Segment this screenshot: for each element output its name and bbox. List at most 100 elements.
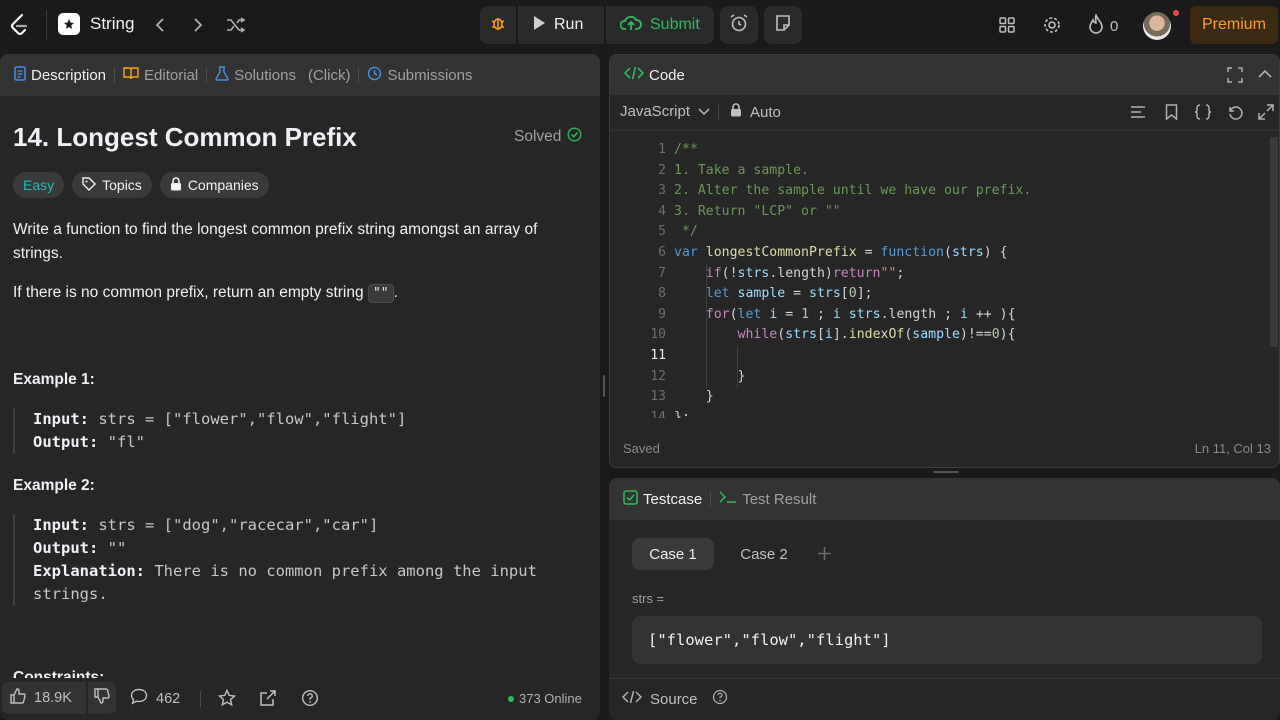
horizontal-splitter[interactable] bbox=[933, 471, 959, 473]
indent-guide bbox=[706, 264, 707, 388]
code-text: } bbox=[674, 368, 746, 384]
testcase-tab-bar: Testcase Test Result bbox=[609, 478, 1280, 520]
book-icon bbox=[123, 66, 139, 84]
curly-braces-icon[interactable] bbox=[1194, 104, 1212, 120]
timer-button[interactable] bbox=[720, 6, 758, 44]
star-icon[interactable] bbox=[218, 689, 236, 707]
code-text: 2. Alter the sample until we have our pr… bbox=[674, 183, 1032, 199]
bug-icon bbox=[489, 14, 507, 37]
alarm-clock-icon bbox=[729, 13, 749, 38]
auto-mode[interactable]: Auto bbox=[730, 103, 781, 121]
tab-solutions[interactable]: Solutions bbox=[209, 54, 302, 96]
description-2-prefix: If there is no common prefix, return an … bbox=[13, 284, 364, 301]
topics-button[interactable]: Topics bbox=[72, 172, 152, 198]
code-lines: 1 /** 2 1. Take a sample. 3 2. Alter the samp… bbox=[610, 140, 1268, 418]
help-icon[interactable] bbox=[301, 689, 319, 707]
tab-code[interactable]: Code bbox=[618, 55, 691, 95]
tab-test-result[interactable]: Test Result bbox=[713, 478, 822, 520]
help-icon[interactable] bbox=[712, 689, 728, 710]
code-line[interactable]: 14}; bbox=[610, 408, 1268, 418]
layout-grid-icon[interactable] bbox=[997, 15, 1017, 35]
premium-label: Premium bbox=[1201, 16, 1266, 33]
code-text: for(let i = 1 ; i strs.length ; i ++ ){ bbox=[705, 306, 1016, 322]
online-dot bbox=[508, 695, 514, 702]
cursor-position: Ln 11, Col 13 bbox=[1194, 441, 1271, 456]
avatar[interactable] bbox=[1143, 12, 1171, 40]
comment-count: 462 bbox=[156, 691, 181, 707]
debug-button[interactable] bbox=[480, 6, 516, 44]
prev-problem-icon[interactable] bbox=[150, 15, 170, 35]
shuffle-icon[interactable] bbox=[225, 15, 247, 35]
code-line[interactable]: 13 } bbox=[610, 387, 1268, 408]
collapse-icon[interactable] bbox=[1258, 69, 1272, 79]
notes-button[interactable] bbox=[764, 6, 802, 44]
code-editor[interactable]: 1 /** 2 1. Take a sample. 3 2. Alter the samp… bbox=[610, 140, 1268, 418]
history-icon bbox=[367, 66, 382, 85]
code-line[interactable]: 4 3. Return "LCP" or "" bbox=[610, 202, 1268, 223]
line-number: 12 bbox=[650, 368, 666, 384]
example-2-input: strs = ["dog","racecar","car"] bbox=[98, 516, 379, 534]
code-line[interactable]: 5 */ bbox=[610, 222, 1268, 243]
testcase-panel: Testcase Test Result Case 1 Case 2 strs … bbox=[609, 478, 1280, 720]
submit-button[interactable]: Submit bbox=[606, 6, 714, 44]
source-label[interactable]: Source bbox=[650, 691, 698, 708]
editor-scrollbar[interactable] bbox=[1270, 137, 1278, 347]
testcase-label: Testcase bbox=[643, 490, 703, 508]
test-result-label: Test Result bbox=[742, 490, 817, 508]
expand-icon[interactable] bbox=[1258, 104, 1274, 120]
code-text: 3. Return "LCP" or "" bbox=[674, 203, 841, 219]
problem-list-button[interactable]: String bbox=[58, 13, 134, 35]
code-text: */ bbox=[674, 224, 698, 240]
description-text-2: If there is no common prefix, return an … bbox=[13, 284, 398, 303]
code-line[interactable]: 12 } bbox=[610, 367, 1268, 388]
companies-button[interactable]: Companies bbox=[159, 172, 269, 198]
reset-icon[interactable] bbox=[1227, 104, 1243, 120]
streak-counter[interactable]: 0 bbox=[1088, 12, 1118, 39]
source-footer: Source bbox=[609, 678, 1280, 720]
tab-editorial[interactable]: Editorial bbox=[117, 54, 204, 96]
tab-description[interactable]: Description bbox=[8, 54, 112, 96]
comment-icon bbox=[130, 688, 148, 710]
fullscreen-icon[interactable] bbox=[1227, 67, 1243, 83]
case-2-tab[interactable]: Case 2 bbox=[726, 538, 802, 570]
description-2-suffix: . bbox=[393, 284, 398, 301]
leetcode-logo-icon[interactable] bbox=[8, 13, 32, 37]
top-bar: String Run Submit 0 Premium bbox=[0, 0, 1280, 50]
code-line[interactable]: 10 while(strs[i].indexOf(sample)!==0){ bbox=[610, 325, 1268, 346]
param-input[interactable]: ["flower","flow","flight"] bbox=[632, 616, 1262, 664]
code-line[interactable]: 9 for(let i = 1 ; i strs.length ; i ++ )… bbox=[610, 305, 1268, 326]
code-line[interactable]: 6 var longestCommonPrefix = function(strs… bbox=[610, 243, 1268, 264]
comments-button[interactable]: 462 bbox=[130, 688, 180, 710]
code-text: let sample = strs[0]; bbox=[705, 286, 873, 302]
line-number: 2 bbox=[658, 162, 666, 178]
tab-solutions-label: Solutions bbox=[234, 66, 296, 84]
format-lines-icon[interactable] bbox=[1130, 105, 1146, 119]
add-case-icon[interactable] bbox=[817, 546, 832, 561]
code-line[interactable]: 7 if(!strs.length)return""; bbox=[610, 264, 1268, 285]
next-problem-icon[interactable] bbox=[188, 15, 208, 35]
tab-submissions-label: Submissions bbox=[387, 66, 473, 84]
param-value: ["flower","flow","flight"] bbox=[648, 631, 891, 649]
settings-gear-icon[interactable] bbox=[1042, 15, 1062, 35]
case-1-tab[interactable]: Case 1 bbox=[632, 538, 714, 570]
code-line[interactable]: 3 2. Alter the sample until we have our p… bbox=[610, 181, 1268, 202]
run-button[interactable]: Run bbox=[518, 6, 604, 44]
premium-button[interactable]: Premium bbox=[1190, 6, 1278, 44]
constraints-heading: Constraints: bbox=[13, 669, 105, 678]
line-number: 11 bbox=[650, 347, 666, 363]
code-line[interactable]: 8 let sample = strs[0]; bbox=[610, 284, 1268, 305]
tab-testcase[interactable]: Testcase bbox=[617, 478, 708, 520]
example-2-explanation-cont: strings. bbox=[33, 585, 108, 603]
bookmark-icon[interactable] bbox=[1165, 104, 1178, 120]
tab-submissions[interactable]: Submissions bbox=[361, 54, 478, 96]
code-line[interactable]: 2 1. Take a sample. bbox=[610, 161, 1268, 182]
like-button[interactable]: 18.9K bbox=[2, 682, 86, 714]
dislike-button[interactable] bbox=[88, 682, 116, 714]
code-text: if(!strs.length)return""; bbox=[705, 265, 905, 281]
language-select[interactable]: JavaScript bbox=[620, 103, 710, 120]
note-icon bbox=[774, 14, 792, 37]
code-line[interactable]: 11 bbox=[610, 346, 1268, 367]
vertical-splitter[interactable] bbox=[603, 375, 605, 397]
share-icon[interactable] bbox=[259, 689, 277, 707]
code-line[interactable]: 1 /** bbox=[610, 140, 1268, 161]
